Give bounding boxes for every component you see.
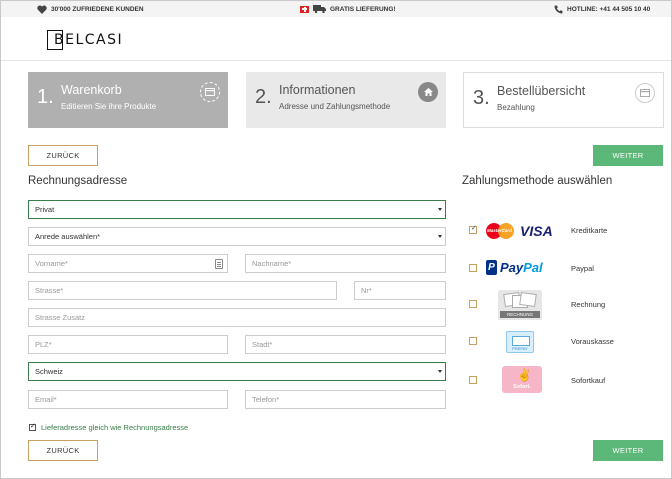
delivery-info: GRATIS LIEFERUNG! xyxy=(300,1,396,17)
field-placeholder: Strasse Zusatz xyxy=(35,313,86,322)
truck-icon xyxy=(313,5,326,13)
field-placeholder: Vorname* xyxy=(35,259,68,268)
delivery-text: GRATIS LIEFERUNG! xyxy=(330,5,396,13)
home-icon xyxy=(418,82,438,102)
select-value: Privat xyxy=(35,205,55,214)
payment-title: Zahlungsmethode auswählen xyxy=(462,175,613,187)
field-placeholder: Nr* xyxy=(361,286,372,295)
back-button-bottom[interactable]: ZURÜCK xyxy=(28,440,98,461)
caret-down-icon xyxy=(438,235,442,238)
sofort-icon: ✌ Sofort. xyxy=(502,366,542,393)
field-placeholder: Email* xyxy=(35,395,57,404)
creditcard-logos: MasterCard VISA xyxy=(486,216,566,244)
back-button-top[interactable]: ZURÜCK xyxy=(28,145,98,166)
next-button-top[interactable]: WEITER xyxy=(593,145,663,166)
payment-option-sofort[interactable]: ✌ Sofort. Sofortkauf xyxy=(468,366,658,394)
zip-field[interactable]: PLZ* xyxy=(28,335,228,354)
step-order-summary[interactable]: 3. Bestellübersicht Bezahlung xyxy=(463,72,664,128)
customers-info: 30'000 ZUFRIEDENE KUNDEN xyxy=(37,1,144,17)
paypal-text-a: Pay xyxy=(500,260,524,275)
payment-label: Sofortkauf xyxy=(571,376,606,385)
victory-hand-icon: ✌ xyxy=(517,368,532,382)
step-subtitle: Bezahlung xyxy=(497,103,535,112)
step-information[interactable]: 2. Informationen Adresse und Zahlungsmet… xyxy=(246,72,446,128)
caret-down-icon xyxy=(438,370,442,373)
caret-down-icon xyxy=(438,208,442,211)
top-info-bar: 30'000 ZUFRIEDENE KUNDEN GRATIS LIEFERUN… xyxy=(1,1,671,17)
mastercard-logo: MasterCard xyxy=(486,223,516,239)
country-select[interactable]: Schweiz xyxy=(28,362,446,381)
payment-checkbox[interactable] xyxy=(469,264,477,272)
field-placeholder: Strasse* xyxy=(35,286,64,295)
payment-checkbox[interactable] xyxy=(469,376,477,384)
same-address-option[interactable]: Lieferadresse gleich wie Rechnungsadress… xyxy=(29,422,189,432)
prepayment-logo: PREPAY xyxy=(486,327,566,355)
invoice-icon: RECHNUNG xyxy=(498,290,542,320)
city-field[interactable]: Stadt* xyxy=(245,335,446,354)
payment-checkbox[interactable] xyxy=(469,300,477,308)
payment-label: Kreditkarte xyxy=(571,226,608,235)
field-placeholder: Telefon* xyxy=(252,395,280,404)
step-number: 1. xyxy=(37,86,54,108)
paypal-icon: P xyxy=(486,260,497,275)
header-divider xyxy=(1,60,671,61)
salutation-select[interactable]: Anrede auswählen* xyxy=(28,227,446,246)
hotline-text: HOTLINE: +41 44 505 10 40 xyxy=(567,5,651,13)
step-subtitle: Adresse und Zahlungsmethode xyxy=(279,102,391,111)
customers-text: 30'000 ZUFRIEDENE KUNDEN xyxy=(51,5,144,13)
payment-label: Paypal xyxy=(571,264,594,273)
payment-label: Rechnung xyxy=(571,300,606,309)
hotline-info: HOTLINE: +41 44 505 10 40 xyxy=(554,1,650,17)
payment-option-prepayment[interactable]: PREPAY Vorauskasse xyxy=(468,327,658,355)
payment-checkbox[interactable] xyxy=(469,337,477,345)
phone-icon xyxy=(554,5,563,14)
step-number: 3. xyxy=(473,87,490,109)
customer-type-select[interactable]: Privat xyxy=(28,200,446,219)
payment-checkbox[interactable] xyxy=(469,224,477,234)
same-address-label: Lieferadresse gleich wie Rechnungsadress… xyxy=(41,423,189,432)
firstname-field[interactable]: Vorname* xyxy=(28,254,228,273)
prepayment-text: PREPAY xyxy=(512,346,528,351)
street-extra-field[interactable]: Strasse Zusatz xyxy=(28,308,446,327)
payment-label: Vorauskasse xyxy=(571,337,614,346)
payment-option-invoice[interactable]: RECHNUNG Rechnung xyxy=(468,290,658,320)
step-cart[interactable]: 1. Warenkorb Editieren Sie ihre Produkte xyxy=(28,72,228,128)
paypal-text-b: Pal xyxy=(523,260,543,275)
heart-icon xyxy=(37,5,47,14)
step-number: 2. xyxy=(255,86,272,108)
brand-logo[interactable]: BELCASI xyxy=(47,30,122,50)
contact-card-icon xyxy=(215,259,223,269)
same-address-checkbox[interactable] xyxy=(29,422,36,431)
step-subtitle: Editieren Sie ihre Produkte xyxy=(61,102,157,111)
email-field[interactable]: Email* xyxy=(28,390,228,409)
street-field[interactable]: Strasse* xyxy=(28,281,337,300)
invoice-text: RECHNUNG xyxy=(500,311,540,318)
visa-logo: VISA xyxy=(520,223,553,239)
field-placeholder: Nachname* xyxy=(252,259,292,268)
phone-field[interactable]: Telefon* xyxy=(245,390,446,409)
swiss-flag-icon xyxy=(300,5,309,13)
next-button-bottom[interactable]: WEITER xyxy=(593,440,663,461)
prepayment-icon: PREPAY xyxy=(506,331,534,353)
logo-text: BELCASI xyxy=(54,32,124,48)
sofort-logo: ✌ Sofort. xyxy=(486,366,566,394)
invoice-logo: RECHNUNG xyxy=(486,290,566,320)
lastname-field[interactable]: Nachname* xyxy=(245,254,446,273)
sofort-text: Sofort. xyxy=(513,384,531,390)
field-placeholder: Stadt* xyxy=(252,340,273,349)
select-value: Anrede auswählen* xyxy=(35,232,101,241)
payment-option-paypal[interactable]: P PayPal Paypal xyxy=(468,254,658,282)
billing-title: Rechnungsadresse xyxy=(28,175,128,187)
paypal-logo: P PayPal xyxy=(486,254,566,282)
step-title: Warenkorb xyxy=(61,83,122,97)
step-title: Bestellübersicht xyxy=(497,84,586,98)
house-number-field[interactable]: Nr* xyxy=(354,281,446,300)
step-title: Informationen xyxy=(279,83,356,97)
payment-option-creditcard[interactable]: MasterCard VISA Kreditkarte xyxy=(468,216,658,244)
credit-card-icon xyxy=(200,82,220,102)
field-placeholder: PLZ* xyxy=(35,340,52,349)
select-value: Schweiz xyxy=(35,367,63,376)
credit-card-icon xyxy=(635,83,655,103)
mastercard-text: MasterCard xyxy=(487,228,512,233)
